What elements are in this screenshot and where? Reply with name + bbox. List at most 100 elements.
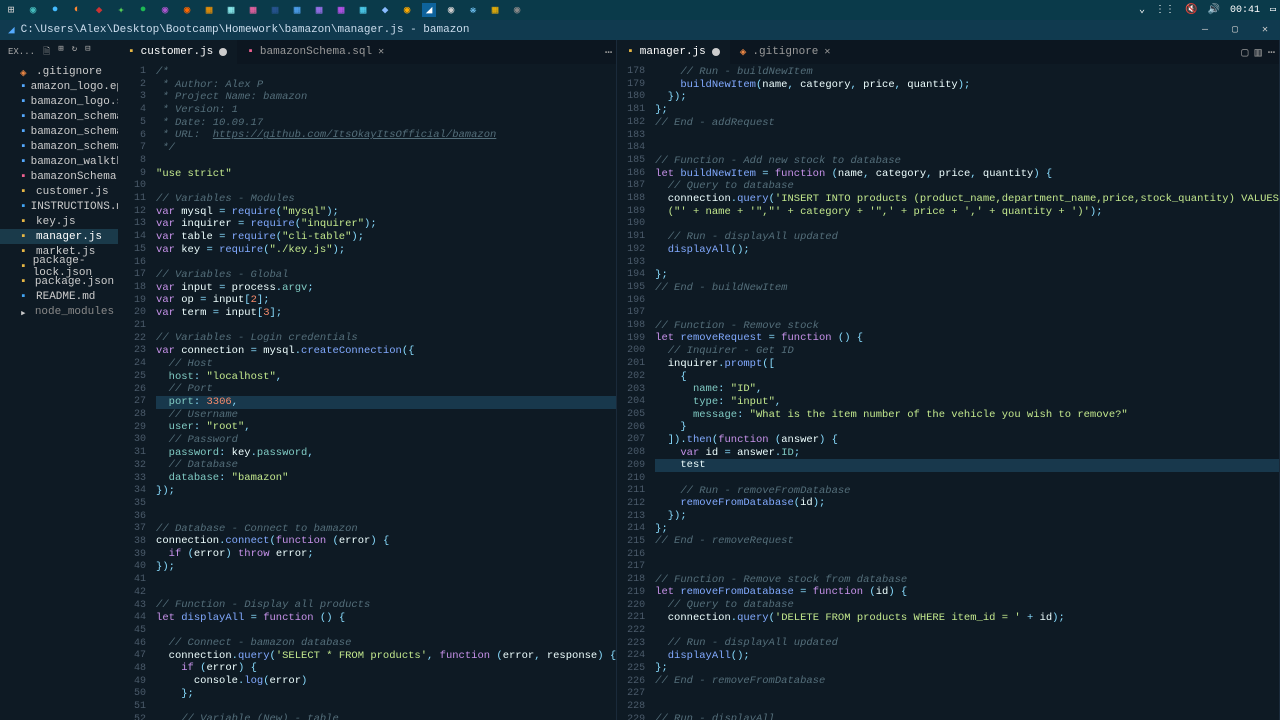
app-icon[interactable]: ◆ (92, 3, 106, 17)
chevron-icon[interactable]: ⌄ (1139, 4, 1145, 16)
word-icon[interactable]: ▦ (268, 3, 282, 17)
app-icon[interactable]: ◉ (444, 3, 458, 17)
code-area-right[interactable]: 1781791801811821831841851861871881891901… (617, 64, 1279, 720)
window-controls: — ▢ ✕ (1190, 20, 1280, 40)
editor-tab[interactable]: ▪ bamazonSchema.sql ✕ (237, 40, 394, 64)
close-icon[interactable]: ✕ (378, 46, 384, 58)
file-type-icon: ▪ (20, 261, 29, 273)
firefox-icon[interactable]: ◐ (70, 3, 84, 17)
more-icon[interactable]: ⋯ (1268, 45, 1275, 60)
file-item[interactable]: ▸node_modules (0, 304, 118, 319)
file-item[interactable]: ▪key.js (0, 214, 118, 229)
more-icon[interactable]: ⋯ (605, 45, 612, 60)
file-type-icon: ◈ (20, 66, 32, 78)
close-icon[interactable]: ✕ (824, 46, 830, 58)
file-item[interactable]: ▪bamazon_schema2.P... (0, 124, 118, 139)
code-content[interactable]: // Run - buildNewItem buildNewItem(name,… (655, 64, 1279, 720)
file-item[interactable]: ▪bamazon_walkthrou... (0, 154, 118, 169)
chrome-icon[interactable]: ● (48, 3, 62, 17)
file-item[interactable]: ▪INSTRUCTIONS.md (0, 199, 118, 214)
edge-icon[interactable]: ◉ (26, 3, 40, 17)
vscode-logo-icon: ◢ (8, 23, 15, 37)
app-icon[interactable]: ◉ (400, 3, 414, 17)
main-area: EX... 🗎 ⊞ ↻ ⊟ ◈.gitignore▪amazon_logo.ep… (0, 40, 1280, 720)
refresh-icon[interactable]: ↻ (72, 44, 77, 60)
app-icon[interactable]: ▦ (290, 3, 304, 17)
gutter: 1234567891011121314151617181920212223242… (118, 64, 156, 720)
adobe-icon[interactable]: ▦ (246, 3, 260, 17)
app-icon[interactable]: ◉ (158, 3, 172, 17)
app-icon[interactable]: ◆ (378, 3, 392, 17)
file-item[interactable]: ▪amazon_logo.eps (0, 79, 118, 94)
file-item[interactable]: ▪bamazonSchema.sql (0, 169, 118, 184)
vol-mute-icon[interactable]: 🔇 (1185, 4, 1197, 16)
file-name: bamazon_schema3.P... (31, 141, 118, 153)
clock[interactable]: 00:41 (1230, 5, 1260, 16)
unsaved-indicator-icon (712, 48, 720, 56)
file-item[interactable]: ▪customer.js (0, 184, 118, 199)
file-item[interactable]: ▪README.md (0, 289, 118, 304)
file-type-icon: ▪ (627, 46, 634, 58)
taskbar-tray: ⌄ ⋮⋮ 🔇 🔊 00:41 ▭ (1139, 4, 1276, 16)
gutter: 1781791801811821831841851861871881891901… (617, 64, 655, 720)
file-type-icon: ▪ (20, 81, 27, 93)
app-icon[interactable]: ✦ (114, 3, 128, 17)
split-icon[interactable]: ▥ (1255, 45, 1262, 60)
file-type-icon: ▪ (20, 96, 27, 108)
code-content[interactable]: /* * Author: Alex P * Project Name: bama… (156, 64, 616, 720)
editor-tab[interactable]: ▪ customer.js (118, 40, 237, 64)
minimize-button[interactable]: — (1190, 20, 1220, 40)
file-type-icon: ▪ (20, 156, 27, 168)
file-list: ◈.gitignore▪amazon_logo.eps▪bamazon_logo… (0, 64, 118, 319)
spotify-icon[interactable]: ● (136, 3, 150, 17)
adobe-icon[interactable]: ▦ (334, 3, 348, 17)
file-item[interactable]: ▪package-lock.json (0, 259, 118, 274)
close-button[interactable]: ✕ (1250, 20, 1280, 40)
code-area-left[interactable]: 1234567891011121314151617181920212223242… (118, 64, 616, 720)
wifi-icon[interactable]: ⋮⋮ (1155, 4, 1175, 16)
file-item[interactable]: ▪manager.js (0, 229, 118, 244)
new-folder-icon[interactable]: ⊞ (58, 44, 63, 60)
file-type-icon: ▪ (20, 141, 27, 153)
vscode-icon[interactable]: ◢ (422, 3, 436, 17)
file-item[interactable]: ▪ package.json (0, 274, 118, 289)
app-icon[interactable]: ▦ (356, 3, 370, 17)
speaker-icon[interactable]: 🔊 (1208, 4, 1220, 16)
start-icon[interactable]: ⊞ (4, 3, 18, 17)
adobe-icon[interactable]: ▦ (224, 3, 238, 17)
split-icon[interactable]: ▢ (1241, 45, 1248, 60)
tab-label: bamazonSchema.sql (260, 46, 372, 58)
app-icon[interactable]: ◉ (180, 3, 194, 17)
file-type-icon: ▪ (128, 46, 135, 58)
file-type-icon: ▪ (20, 111, 27, 123)
file-type-icon: ▪ (247, 46, 254, 58)
file-name: bamazon_schema1.P... (31, 111, 118, 123)
file-item[interactable]: ▪ bamazon_schema3.P... (0, 139, 118, 154)
file-item[interactable]: ◈.gitignore (0, 64, 118, 79)
file-item[interactable]: ▪bamazon_logo.svg (0, 94, 118, 109)
unsaved-indicator-icon (219, 48, 227, 56)
editor-tab[interactable]: ▪manager.js (617, 40, 730, 64)
explorer-label: EX... (8, 47, 35, 57)
app-icon[interactable]: ▦ (488, 3, 502, 17)
tab-label: customer.js (141, 46, 214, 58)
file-type-icon: ▪ (20, 231, 32, 243)
taskbar-apps: ⊞ ◉ ● ◐ ◆ ✦ ● ◉ ◉ ▦ ▦ ▦ ▦ ▦ ▦ ▦ ▦ ◆ ◉ ◢ … (4, 3, 524, 17)
adobe-icon[interactable]: ▦ (312, 3, 326, 17)
adobe-icon[interactable]: ▦ (202, 3, 216, 17)
file-item[interactable]: ▪ bamazon_schema1.P... (0, 109, 118, 124)
notifications-icon[interactable]: ▭ (1270, 4, 1276, 16)
collapse-icon[interactable]: ⊟ (85, 44, 90, 60)
editor-area: ▪ customer.js ▪ bamazonSchema.sql ✕ ⋯ 123456… (118, 40, 1280, 720)
explorer-sidebar: EX... 🗎 ⊞ ↻ ⊟ ◈.gitignore▪amazon_logo.ep… (0, 40, 118, 720)
editor-tab[interactable]: ◈.gitignore✕ (730, 40, 841, 64)
new-file-icon[interactable]: 🗎 (43, 44, 50, 60)
file-type-icon: ▪ (20, 216, 32, 228)
app-icon[interactable]: ❋ (466, 3, 480, 17)
file-type-icon: ▪ (20, 276, 31, 288)
maximize-button[interactable]: ▢ (1220, 20, 1250, 40)
app-icon[interactable]: ◉ (510, 3, 524, 17)
file-name: package.json (35, 276, 114, 288)
editor-pane-right: ▪manager.js◈.gitignore✕ ▢ ▥ ⋯ 1781791801… (617, 40, 1280, 720)
window-titlebar: ◢ C:\Users\Alex\Desktop\Bootcamp\Homewor… (0, 20, 1280, 40)
